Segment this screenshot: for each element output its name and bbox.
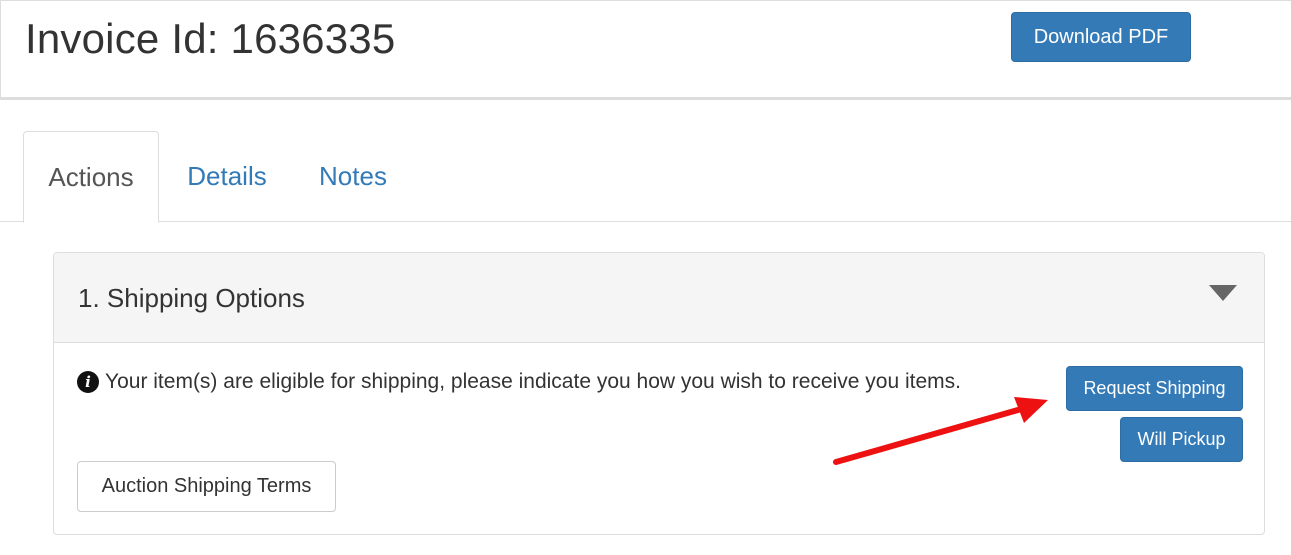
tab-actions[interactable]: Actions [23,131,159,223]
shipping-eligibility-text: Your item(s) are eligible for shipping, … [105,370,961,393]
download-pdf-button[interactable]: Download PDF [1011,12,1191,62]
invoice-header: Invoice Id: 1636335 Download PDF [0,0,1291,100]
page-title: Invoice Id: 1636335 [25,15,396,62]
auction-shipping-terms-button[interactable]: Auction Shipping Terms [77,461,336,512]
info-circle-icon: i [77,371,99,393]
request-shipping-button[interactable]: Request Shipping [1066,366,1243,411]
will-pickup-button[interactable]: Will Pickup [1120,417,1243,462]
tab-details[interactable]: Details [168,131,286,222]
invoice-page: Invoice Id: 1636335 Download PDF Actions… [0,0,1291,555]
panel-title: 1. Shipping Options [78,283,305,313]
caret-down-icon[interactable] [1209,285,1237,301]
shipping-eligibility-message: i Your item(s) are eligible for shipping… [77,370,961,394]
invoice-tabs: Actions Details Notes [0,131,1291,223]
shipping-options-panel-heading[interactable]: 1. Shipping Options [54,253,1264,343]
shipping-options-panel: 1. Shipping Options i Your item(s) are e… [53,252,1265,535]
tab-notes[interactable]: Notes [298,131,408,222]
